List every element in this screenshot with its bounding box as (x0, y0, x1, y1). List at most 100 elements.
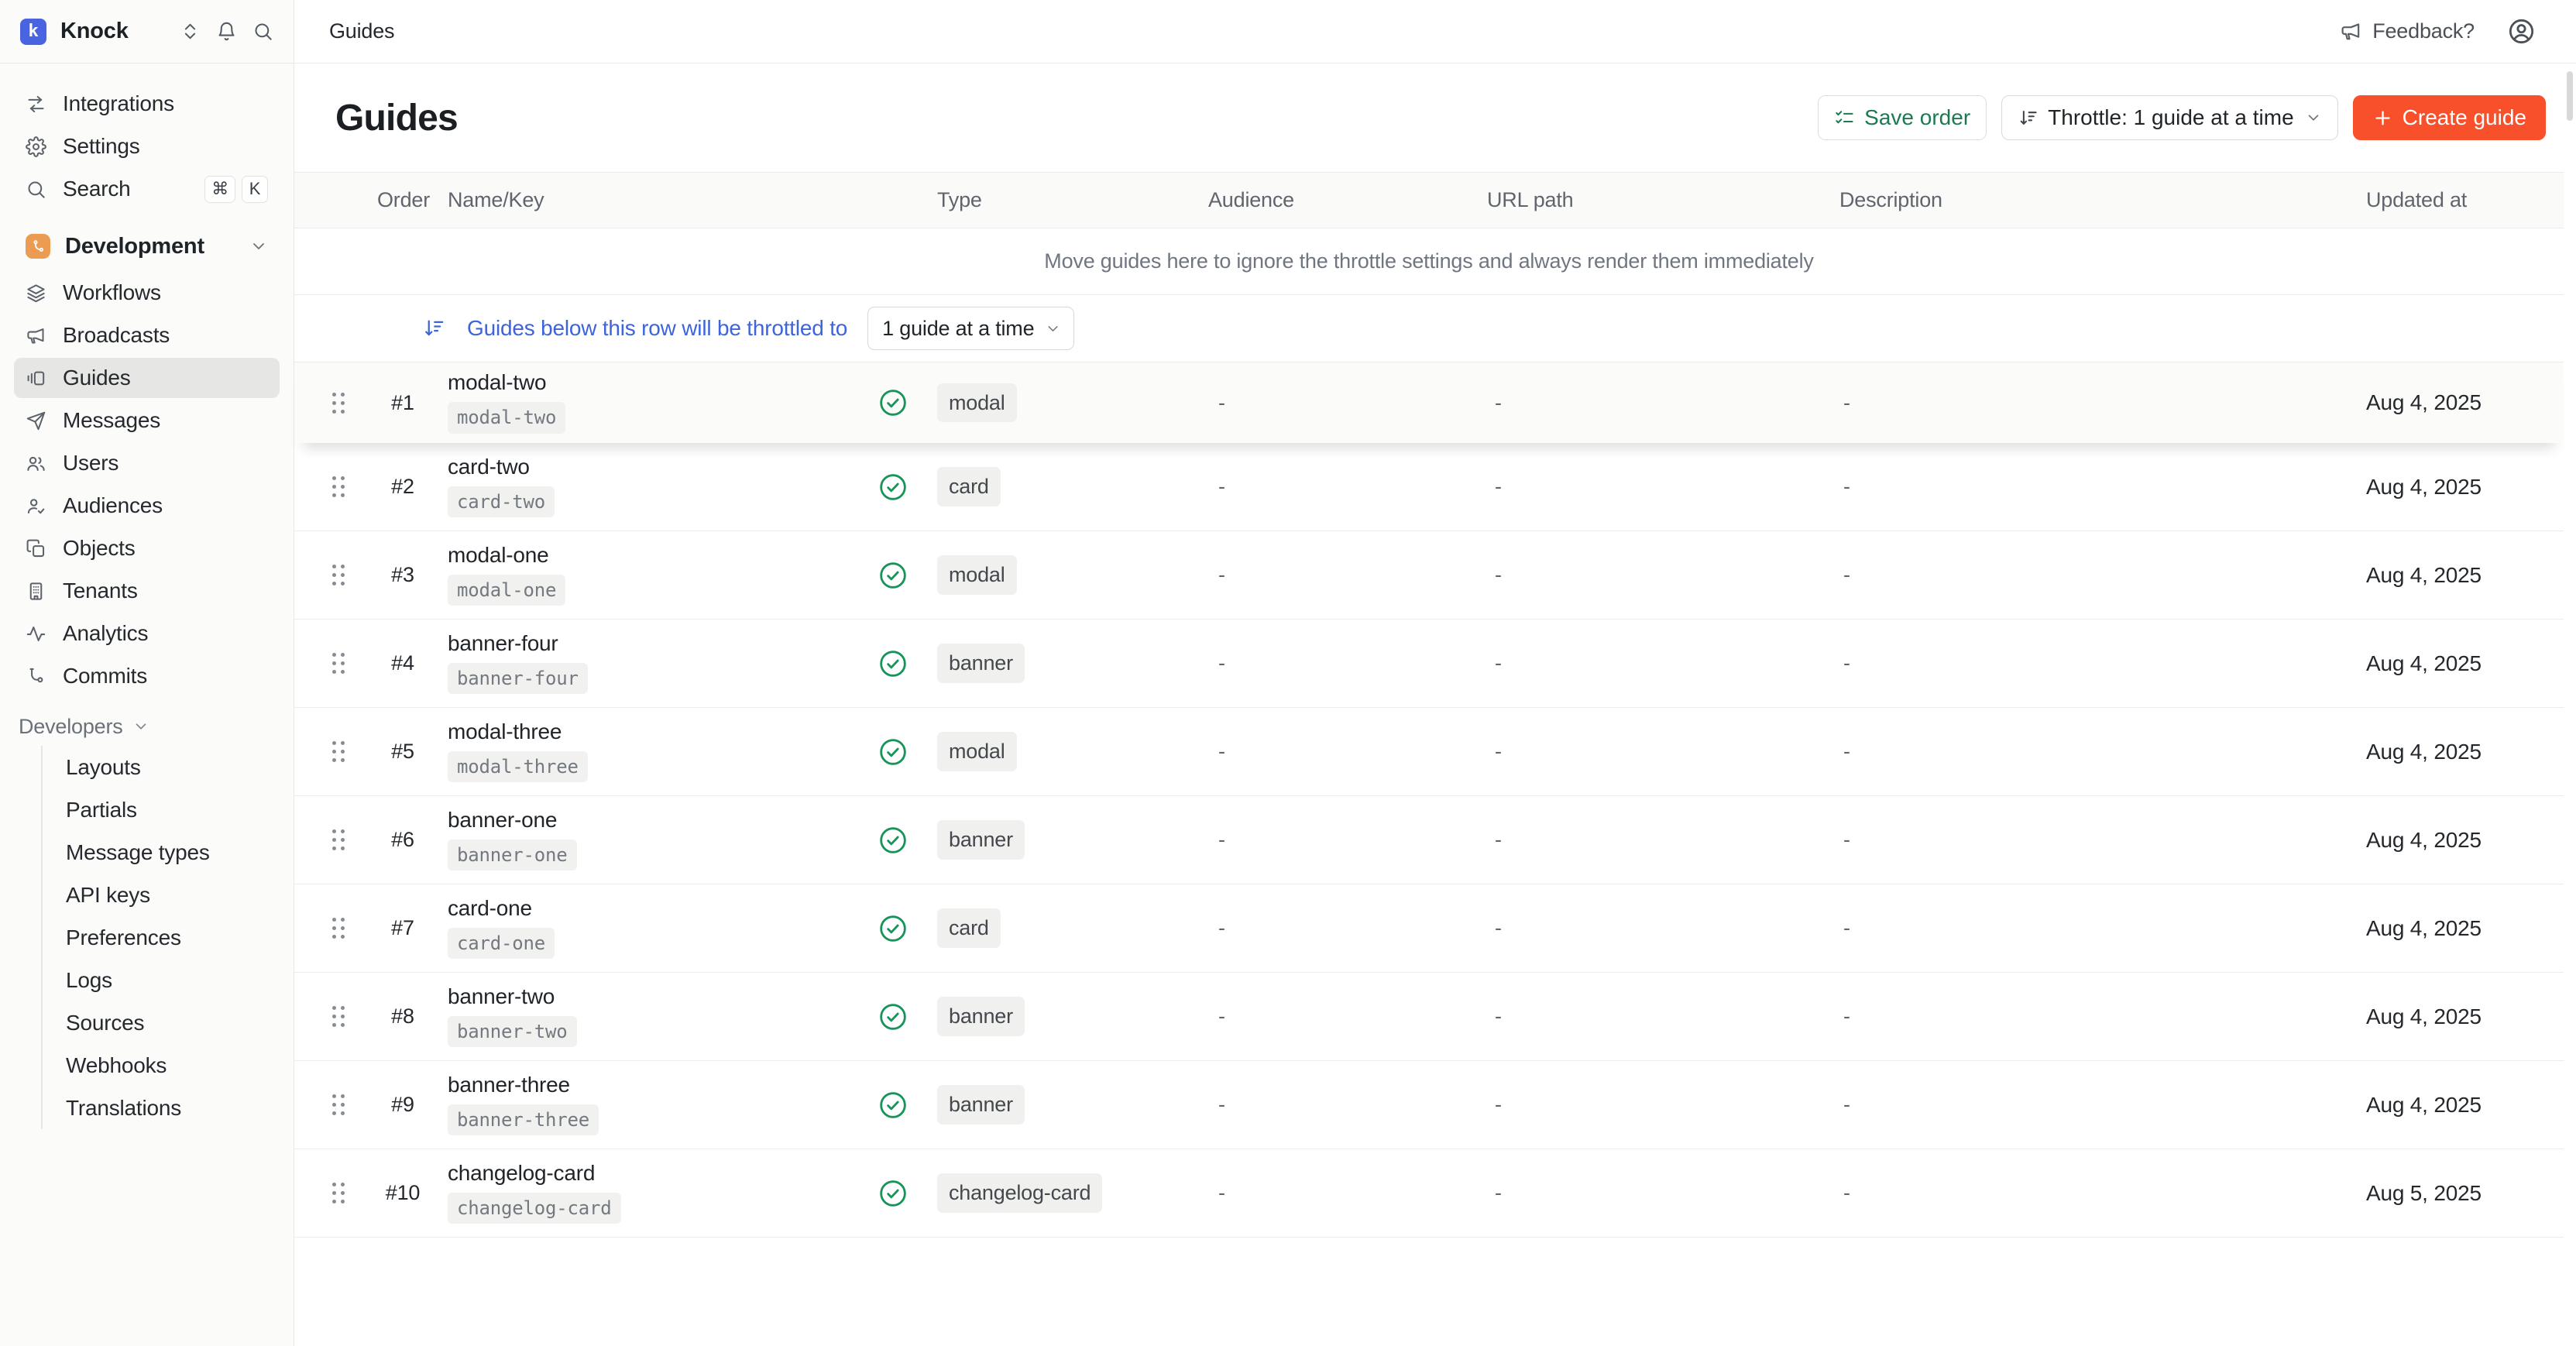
check-circle-icon (878, 825, 908, 856)
sidebar-item-label: Translations (66, 1096, 181, 1121)
table-row[interactable]: #1 modal-two modal-two modal - - - Aug 4… (294, 362, 2564, 443)
sidebar-item-message-types[interactable]: Message types (66, 831, 280, 874)
guides-icon (26, 368, 46, 389)
user-avatar-button[interactable] (2507, 17, 2536, 46)
guide-description: - (1839, 391, 2366, 415)
guide-order: #3 (364, 563, 441, 587)
guide-audience: - (1208, 1181, 1487, 1205)
vertical-scrollbar[interactable] (2567, 71, 2573, 121)
topbar: Guides Feedback? (294, 0, 2576, 64)
sidebar-item-audiences[interactable]: Audiences (14, 486, 280, 526)
sidebar-item-logs[interactable]: Logs (66, 959, 280, 1001)
sidebar-item-search[interactable]: Search ⌘K (14, 169, 280, 209)
sidebar-item-webhooks[interactable]: Webhooks (66, 1044, 280, 1087)
guide-key: banner-three (448, 1104, 599, 1136)
sidebar-item-layouts[interactable]: Layouts (66, 746, 280, 788)
table-row[interactable]: #9 banner-three banner-three banner - - … (294, 1061, 2564, 1149)
sidebar-item-integrations[interactable]: Integrations (14, 84, 280, 124)
throttle-divider-row: Guides below this row will be throttled … (294, 294, 2564, 362)
guide-key: modal-one (448, 575, 565, 606)
drag-handle[interactable] (328, 827, 349, 853)
guide-type-badge: modal (937, 732, 1017, 771)
guide-audience: - (1208, 651, 1487, 675)
sidebar-item-api-keys[interactable]: API keys (66, 874, 280, 916)
drag-handle[interactable] (328, 562, 349, 589)
table-row[interactable]: #4 banner-four banner-four banner - - - … (294, 620, 2564, 708)
chevron-down-icon (132, 718, 149, 735)
throttle-dropdown-button[interactable]: Throttle: 1 guide at a time (2001, 95, 2338, 140)
guide-description: - (1839, 1181, 2366, 1205)
drag-handle[interactable] (328, 390, 349, 416)
chevrons-up-down-icon[interactable] (180, 21, 201, 42)
guide-key: modal-three (448, 751, 588, 783)
workflows-icon (26, 283, 46, 304)
sidebar-item-users[interactable]: Users (14, 443, 280, 483)
drag-handle[interactable] (328, 1180, 349, 1207)
guide-updated-at: Aug 4, 2025 (2366, 1004, 2533, 1029)
analytics-icon (26, 623, 46, 644)
sidebar-item-commits[interactable]: Commits (14, 656, 280, 696)
sidebar-item-analytics[interactable]: Analytics (14, 613, 280, 654)
developers-section-toggle[interactable]: Developers (14, 707, 280, 746)
sidebar-item-label: Objects (63, 536, 136, 561)
throttle-value-select[interactable]: 1 guide at a time (867, 307, 1074, 350)
search-icon[interactable] (252, 21, 273, 42)
table-row[interactable]: #10 changelog-card changelog-card change… (294, 1149, 2564, 1238)
guide-updated-at: Aug 4, 2025 (2366, 1093, 2533, 1118)
workspace-switcher[interactable]: k Knock (0, 0, 294, 64)
sidebar-item-broadcasts[interactable]: Broadcasts (14, 315, 280, 355)
sidebar-item-preferences[interactable]: Preferences (66, 916, 280, 959)
environment-switcher[interactable]: Development (14, 225, 280, 268)
feedback-button[interactable]: Feedback? (2340, 19, 2475, 43)
sidebar-item-tenants[interactable]: Tenants (14, 571, 280, 611)
guide-type-badge: modal (937, 383, 1017, 422)
guide-url-path: - (1487, 391, 1839, 415)
sidebar-item-workflows[interactable]: Workflows (14, 273, 280, 313)
guide-name: card-two (448, 456, 848, 478)
table-header-row: Order Name/Key Type Audience URL path De… (294, 172, 2564, 228)
drag-handle[interactable] (328, 915, 349, 942)
drag-handle[interactable] (328, 474, 349, 500)
sidebar-item-settings[interactable]: Settings (14, 126, 280, 167)
table-row[interactable]: #8 banner-two banner-two banner - - - Au… (294, 973, 2564, 1061)
sidebar-item-label: Partials (66, 798, 137, 822)
guide-type-badge: banner (937, 997, 1025, 1035)
sort-descending-icon (2018, 108, 2038, 129)
messages-icon (26, 410, 46, 431)
save-order-button[interactable]: Save order (1818, 95, 1987, 140)
drag-handle[interactable] (328, 739, 349, 765)
throttle-button-label: Throttle: 1 guide at a time (2048, 105, 2294, 130)
drag-handle[interactable] (328, 1004, 349, 1030)
bell-icon[interactable] (216, 21, 237, 42)
check-circle-icon (878, 913, 908, 944)
guide-updated-at: Aug 4, 2025 (2366, 740, 2533, 764)
guide-order: #10 (364, 1181, 441, 1205)
guide-name: banner-one (448, 809, 848, 831)
sidebar-item-messages[interactable]: Messages (14, 400, 280, 441)
guide-key: modal-two (448, 402, 565, 434)
sidebar-item-objects[interactable]: Objects (14, 528, 280, 568)
table-row[interactable]: #6 banner-one banner-one banner - - - Au… (294, 796, 2564, 884)
guide-updated-at: Aug 4, 2025 (2366, 916, 2533, 941)
sidebar: k Knock Integrations Settings Search ⌘K … (0, 0, 294, 1346)
plus-icon (2372, 108, 2393, 129)
table-row[interactable]: #3 modal-one modal-one modal - - - Aug 4… (294, 531, 2564, 620)
environment-nav-items: Workflows Broadcasts Guides Messages Use… (14, 273, 280, 696)
sidebar-item-sources[interactable]: Sources (66, 1001, 280, 1044)
guide-order: #4 (364, 651, 441, 675)
sidebar-item-label: Sources (66, 1011, 144, 1035)
sidebar-item-partials[interactable]: Partials (66, 788, 280, 831)
table-row[interactable]: #2 card-two card-two card - - - Aug 4, 2… (294, 443, 2564, 531)
drag-handle[interactable] (328, 651, 349, 677)
unthrottled-drop-zone[interactable]: Move guides here to ignore the throttle … (294, 228, 2564, 294)
guide-url-path: - (1487, 563, 1839, 587)
create-guide-button[interactable]: Create guide (2353, 95, 2546, 140)
drag-handle[interactable] (328, 1092, 349, 1118)
table-row[interactable]: #5 modal-three modal-three modal - - - A… (294, 708, 2564, 796)
sidebar-item-translations[interactable]: Translations (66, 1087, 280, 1129)
guide-url-path: - (1487, 740, 1839, 764)
sidebar-item-guides[interactable]: Guides (14, 358, 280, 398)
table-row[interactable]: #7 card-one card-one card - - - Aug 4, 2… (294, 884, 2564, 973)
guide-type-badge: changelog-card (937, 1173, 1102, 1212)
guide-audience: - (1208, 391, 1487, 415)
